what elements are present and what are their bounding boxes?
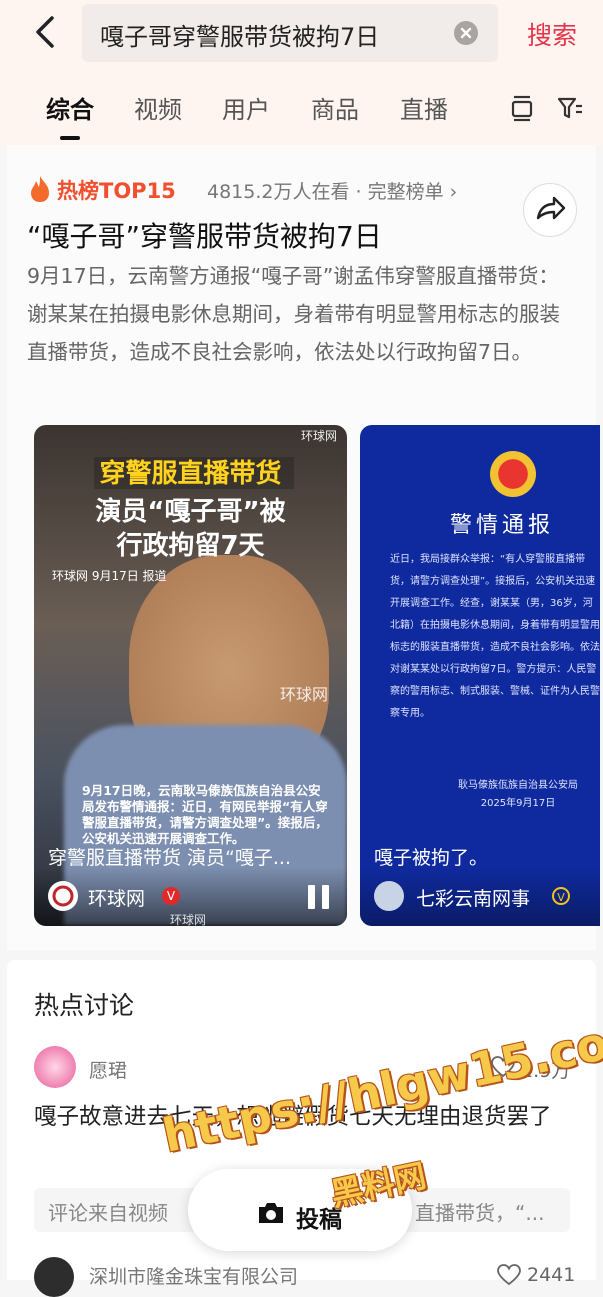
video-banner-line2: 演员“嘎子哥”被 (95, 497, 286, 527)
search-input[interactable]: 嘎子哥穿警服带货被拘7日 (82, 4, 498, 62)
tab-products[interactable]: 商品 (311, 90, 359, 125)
video-watermark-bottom: 环球网 (170, 913, 207, 926)
search-button[interactable]: 搜索 (527, 16, 577, 52)
topic-summary: 9月17日，云南警方通报“嘎子哥”谢孟伟穿警服直播带货：谢某某在拍摄电影休息期间… (27, 264, 560, 364)
video-news-text: 9月17日晚，云南耿马傣族佤族自治县公安局发布警情通报：近日，有网民举报“有人穿… (82, 783, 328, 846)
author-avatar[interactable] (374, 881, 404, 911)
tab-fade (470, 90, 500, 126)
notice-body: 近日，我局接群众举报：“有人穿警服直播带货，请警方调查处理”。接报后，公安机关迅… (390, 554, 600, 719)
share-icon (536, 196, 566, 220)
video-card-1[interactable]: 环球网 穿警服直播带货 演员“嘎子哥”被 行政拘留7天 环球网 9月17日 报道… (34, 425, 347, 926)
heart-icon[interactable] (497, 1264, 521, 1286)
hot-topic-card[interactable]: 热榜TOP15 4815.2万人在看 · 完整榜单 › “嘎子哥”穿警服带货被拘… (7, 145, 600, 950)
author-name[interactable]: 七彩云南网事 (416, 884, 530, 911)
camera-icon (259, 1203, 283, 1223)
video-tag: 环球网 (300, 429, 337, 443)
hot-rank-badge: 热榜TOP15 (57, 179, 176, 203)
avatar[interactable] (34, 1257, 74, 1297)
viewer-count[interactable]: 4815.2万人在看 · 完整榜单 › (207, 177, 457, 204)
topic-headline[interactable]: “嘎子哥”穿警服带货被拘7日 (27, 215, 382, 255)
video-source-line: 环球网 9月17日 报道 (52, 569, 167, 583)
author-avatar[interactable] (48, 881, 78, 911)
verified-badge-icon: V (162, 887, 180, 905)
video-card-2[interactable]: 警情通报 近日，我局接群众举报：“有人穿警服直播带货，请警方调查处理”。接报后，… (360, 425, 600, 926)
section-title: 热点讨论 (34, 991, 135, 1020)
share-button[interactable] (523, 183, 577, 237)
video-caption: 穿警服直播带货 演员“嘎子... (48, 847, 292, 869)
tab-video[interactable]: 视频 (134, 90, 182, 125)
tab-users[interactable]: 用户 (222, 90, 270, 125)
author-name[interactable]: 环球网 (88, 884, 145, 911)
flame-icon (31, 176, 49, 202)
like-count: 2441 (527, 1264, 576, 1286)
comment-username[interactable]: 愿珺 (89, 1056, 127, 1083)
video-banner-line1: 穿警服直播带货 (99, 459, 282, 489)
police-emblem-icon (490, 451, 536, 497)
video-banner-line3: 行政拘留7天 (116, 531, 265, 561)
pause-icon[interactable] (308, 885, 330, 909)
back-arrow-icon[interactable] (28, 14, 64, 50)
avatar[interactable] (34, 1046, 76, 1088)
comment-username[interactable]: 深圳市隆金珠宝有限公司 (89, 1262, 298, 1289)
video-watermark: 环球网 (280, 685, 329, 704)
comment-source-title: 直播带货，“... (415, 1201, 545, 1225)
notice-title: 警情通报 (450, 513, 555, 538)
layout-toggle-icon[interactable] (508, 94, 536, 122)
search-query[interactable]: 嘎子哥穿警服带货被拘7日 (100, 17, 379, 52)
tab-comprehensive[interactable]: 综合 (46, 90, 94, 125)
verified-badge-icon: V (552, 887, 570, 905)
tab-live[interactable]: 直播 (400, 90, 448, 125)
top-bar: 嘎子哥穿警服带货被拘7日 搜索 综合 视频 用户 商品 直播 (0, 0, 603, 145)
clear-icon[interactable] (454, 21, 478, 45)
tab-active-indicator (60, 136, 80, 140)
comment-source-prefix: 评论来自视频 (48, 1201, 168, 1225)
notice-signature: 耿马傣族佤族自治县公安局 2025年9月17日 (458, 780, 578, 809)
filter-icon[interactable] (556, 94, 584, 122)
video-caption: 嘎子被拘了。 (374, 847, 489, 869)
